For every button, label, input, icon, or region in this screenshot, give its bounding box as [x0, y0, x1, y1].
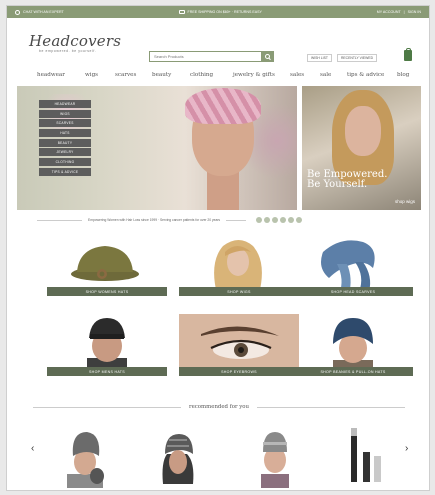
nav-item-blog[interactable]: blog	[397, 72, 409, 78]
chat-link[interactable]: CHAT WITH AN EXPERT	[15, 9, 64, 15]
chat-icon	[15, 9, 20, 15]
info-strip: Empowering Women with Hair Loss since 19…	[37, 214, 401, 226]
nav-item-scarves[interactable]: scarves	[115, 72, 136, 78]
tile-label: SHOP MENS HATS	[47, 367, 167, 376]
hero-menu-item[interactable]: WIGS	[39, 109, 91, 118]
hero-category-menu: HEADWEAR WIGS SCARVES HATS BEAUTY JEWELR…	[39, 100, 91, 178]
hero-menu-item[interactable]: JEWELRY	[39, 148, 91, 157]
facebook-icon[interactable]	[256, 217, 263, 223]
hero-menu-item[interactable]: HATS	[39, 129, 91, 138]
divider	[33, 406, 181, 408]
search-button[interactable]	[261, 52, 273, 61]
shop-wigs-link[interactable]: shop wigs	[395, 199, 415, 204]
carousel-prev-icon[interactable]: ‹	[31, 443, 34, 454]
hero-model-headwrap	[185, 88, 261, 124]
tile-beanies[interactable]: SHOP BEANIES & PULL-ON HATS	[293, 314, 413, 376]
nav-item-beauty[interactable]: beauty	[152, 72, 171, 78]
pinterest-icon[interactable]	[264, 217, 271, 223]
nav-item-clothing[interactable]: clothing	[190, 72, 213, 78]
hero-menu-item[interactable]: CLOTHING	[39, 158, 91, 167]
tile-head-scarves[interactable]: SHOP HEAD SCARVES	[293, 234, 413, 296]
recommended-product[interactable]	[153, 426, 201, 488]
recommended-title: recommended for you	[189, 404, 250, 410]
divider	[226, 219, 247, 221]
nav-item-tips[interactable]: tips & advice	[347, 72, 384, 78]
tile-label: SHOP EYEBROWS	[179, 367, 299, 376]
recommended-product[interactable]	[343, 426, 391, 488]
tile-womens-hats[interactable]: SHOP WOMENS HATS	[47, 234, 167, 296]
tile-label: SHOP HEAD SCARVES	[293, 287, 413, 296]
search-input[interactable]	[150, 52, 261, 61]
truck-icon	[178, 10, 185, 14]
side-tagline-2: Be Yourself.	[307, 179, 368, 190]
social-links	[256, 217, 303, 223]
top-bar: CHAT WITH AN EXPERT FREE SHIPPING ON $60…	[7, 6, 429, 18]
hero-menu-item[interactable]: TIPS & ADVICE	[39, 167, 91, 176]
hero-menu-item[interactable]: HEADWEAR	[39, 100, 91, 108]
side-model-face	[345, 106, 381, 156]
instagram-icon[interactable]	[288, 217, 295, 223]
shipping-banner[interactable]: FREE SHIPPING ON $60+ · RETURNS EASY	[178, 10, 262, 14]
tile-label: SHOP BEANIES & PULL-ON HATS	[293, 367, 413, 376]
hero-model-neck	[207, 171, 239, 210]
wishlist-link[interactable]: WISH LIST	[307, 54, 332, 62]
side-tagline: Be Empowered. Be Yourself.	[307, 170, 387, 190]
tile-label: SHOP WOMENS HATS	[47, 287, 167, 296]
separator: |	[403, 10, 405, 14]
my-account-link[interactable]: MY ACCOUNT	[377, 10, 401, 14]
nav-item-sales[interactable]: sales	[290, 72, 304, 78]
main-nav: headwear wigs scarves beauty clothing je…	[7, 68, 429, 82]
nav-item-wigs[interactable]: wigs	[85, 72, 98, 78]
tile-wigs[interactable]: SHOP WIGS	[179, 234, 299, 296]
tile-mens-hats[interactable]: SHOP MENS HATS	[47, 314, 167, 376]
divider	[257, 406, 406, 408]
hero-main-image[interactable]: HEADWEAR WIGS SCARVES HATS BEAUTY JEWELR…	[17, 86, 297, 210]
recently-viewed-link[interactable]: RECENTLY VIEWED	[336, 54, 378, 62]
googleplus-icon[interactable]	[296, 217, 303, 223]
chat-label: CHAT WITH AN EXPERT	[23, 10, 64, 14]
info-text: Empowering Women with Hair Loss since 19…	[88, 218, 221, 222]
account-links: WISH LIST RECENTLY VIEWED	[307, 54, 378, 62]
tile-label: SHOP WIGS	[179, 287, 299, 296]
recommended-product[interactable]	[251, 426, 299, 488]
divider	[37, 219, 82, 221]
nav-item-jewelry[interactable]: jewelry & gifts	[233, 72, 275, 78]
twitter-icon[interactable]	[272, 217, 279, 223]
carousel-next-icon[interactable]: ›	[405, 443, 408, 454]
nav-item-headwear[interactable]: headwear	[37, 72, 65, 78]
shipping-label: FREE SHIPPING ON $60+ · RETURNS EASY	[187, 10, 262, 14]
header: Headcovers be empowered. be yourself. WI…	[7, 18, 429, 66]
logo[interactable]: Headcovers be empowered. be yourself.	[29, 32, 121, 53]
shopping-bag-icon[interactable]	[404, 47, 412, 61]
recommended-product[interactable]	[61, 426, 109, 488]
search-box	[149, 51, 274, 62]
nav-item-sale[interactable]: sale	[320, 72, 331, 78]
logo-script: Headcovers	[29, 32, 122, 50]
hero-side-banner[interactable]: Be Empowered. Be Yourself. shop wigs	[302, 86, 421, 210]
youtube-icon[interactable]	[280, 217, 287, 223]
page: CHAT WITH AN EXPERT FREE SHIPPING ON $60…	[6, 5, 430, 491]
search-icon	[264, 54, 270, 59]
recommended-header: recommended for you	[33, 402, 406, 412]
hero-menu-item[interactable]: BEAUTY	[39, 138, 91, 147]
hero-menu-item[interactable]: SCARVES	[39, 119, 91, 128]
tile-eyebrows[interactable]: SHOP EYEBROWS	[179, 314, 299, 376]
sign-in-link[interactable]: SIGN IN	[408, 10, 421, 14]
hero-banner: HEADWEAR WIGS SCARVES HATS BEAUTY JEWELR…	[17, 86, 421, 210]
